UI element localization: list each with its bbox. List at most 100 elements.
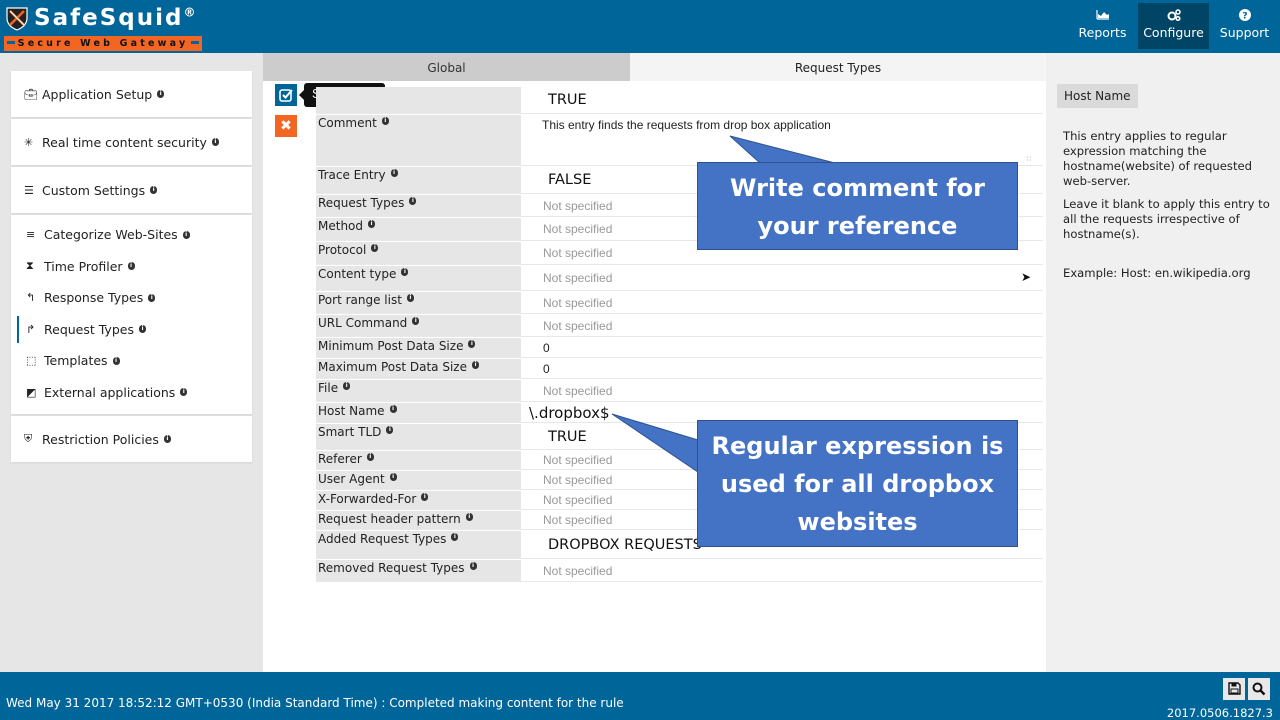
svg-text:?: ? bbox=[1242, 12, 1247, 22]
sidebar-item-real-time-content-security[interactable]: ✳︎ Real time content security i bbox=[11, 119, 252, 165]
area-chart-icon bbox=[1067, 9, 1138, 25]
field-label: Comment i bbox=[316, 115, 521, 165]
field-label: Content type i bbox=[316, 266, 521, 290]
info-icon[interactable]: i bbox=[182, 230, 190, 239]
tab-request-types[interactable]: Request Types bbox=[630, 53, 1046, 81]
info-icon[interactable]: i bbox=[366, 453, 374, 461]
save-policy-button[interactable] bbox=[275, 84, 297, 106]
save-button[interactable] bbox=[1223, 678, 1245, 700]
form-row-url-command: URL Command i Not specified bbox=[316, 315, 1043, 337]
help-title: Host Name bbox=[1057, 84, 1138, 108]
tab-bar: Global Request Types bbox=[263, 53, 1046, 81]
info-icon[interactable]: i bbox=[409, 197, 417, 205]
version-label: 2017.0506.1827.3 bbox=[1166, 706, 1273, 720]
field-label: File i bbox=[316, 380, 521, 401]
sidebar-item-response-types[interactable]: ↰ Response Types i bbox=[11, 282, 252, 314]
url-command-value[interactable]: Not specified bbox=[521, 315, 1043, 336]
form-row-content-type: Content type i Not specified ➤ bbox=[316, 266, 1043, 291]
form-row-enabled: TRUE bbox=[316, 87, 1043, 114]
file-value[interactable]: Not specified bbox=[521, 380, 1043, 401]
search-button[interactable] bbox=[1248, 678, 1270, 700]
form-row-min-post-data-size: Minimum Post Data Size i 0 bbox=[316, 338, 1043, 358]
sidebar-item-custom-settings[interactable]: ☰ Custom Settings i bbox=[11, 167, 252, 213]
sidebar-item-time-profiler[interactable]: ⧗ Time Profiler i bbox=[11, 251, 252, 283]
max-post-data-size-value[interactable]: 0 bbox=[521, 359, 1043, 378]
form-row-removed-request-types: Removed Request Types i Not specified bbox=[316, 560, 1043, 582]
info-icon[interactable]: i bbox=[112, 356, 120, 365]
info-icon[interactable]: i bbox=[389, 405, 397, 413]
info-icon[interactable]: i bbox=[150, 186, 158, 194]
safesquid-logo[interactable]: SafeSquid® Secure Web Gateway bbox=[4, 3, 204, 51]
sidebar-item-application-setup[interactable]: 💼︎ Application Setup i bbox=[11, 71, 252, 117]
nav-reports[interactable]: Reports bbox=[1067, 3, 1138, 49]
removed-request-types-value[interactable]: Not specified bbox=[521, 560, 1043, 581]
field-label bbox=[316, 87, 521, 113]
info-icon[interactable]: i bbox=[389, 473, 397, 481]
field-label: Removed Request Types i bbox=[316, 560, 521, 581]
info-icon[interactable]: i bbox=[343, 382, 351, 390]
tab-global[interactable]: Global bbox=[263, 53, 630, 81]
callout-comment: Write comment for your reference bbox=[697, 162, 1018, 250]
resize-handle-icon[interactable]: ∷ bbox=[1027, 155, 1031, 163]
info-icon[interactable]: i bbox=[406, 294, 414, 302]
shield-logo-icon bbox=[6, 7, 28, 31]
help-paragraph: This entry applies to regular expression… bbox=[1063, 129, 1252, 188]
status-bar: Wed May 31 2017 18:52:12 GMT+0530 (India… bbox=[0, 672, 1280, 720]
info-icon[interactable]: i bbox=[163, 435, 171, 443]
field-label: Request Types i bbox=[316, 195, 521, 216]
nav-support[interactable]: ? Support bbox=[1209, 3, 1280, 49]
info-icon[interactable]: i bbox=[127, 262, 135, 271]
help-paragraph: Example: Host: en.wikipedia.org bbox=[1063, 266, 1251, 280]
info-icon[interactable]: i bbox=[371, 244, 379, 252]
brand-name: SafeSquid® bbox=[34, 5, 198, 31]
close-icon: ✖ bbox=[280, 118, 292, 134]
info-icon[interactable]: i bbox=[421, 493, 429, 501]
sidebar-item-restriction-policies[interactable]: ⛨ Restriction Policies i bbox=[11, 416, 252, 462]
info-icon[interactable]: i bbox=[148, 293, 156, 302]
comment-textarea[interactable]: This entry finds the requests from drop … bbox=[521, 115, 1043, 165]
check-square-icon bbox=[279, 89, 293, 106]
briefcase-icon: 💼︎ bbox=[24, 87, 38, 101]
send-icon[interactable]: ➤ bbox=[1021, 270, 1031, 284]
question-circle-icon: ? bbox=[1209, 9, 1280, 25]
info-icon[interactable]: i bbox=[157, 90, 165, 98]
top-nav: Reports Configure ? Support bbox=[1067, 3, 1280, 49]
field-label: Port range list i bbox=[316, 292, 521, 313]
sidebar-item-categorize-web-sites[interactable]: ≡ Categorize Web-Sites i bbox=[11, 219, 252, 251]
min-post-data-size-value[interactable]: 0 bbox=[521, 338, 1043, 357]
app-header: SafeSquid® Secure Web Gateway Reports Co… bbox=[0, 0, 1280, 53]
content-type-value[interactable]: Not specified ➤ bbox=[521, 266, 1043, 290]
sidebar-item-templates[interactable]: ⬚ Templates i bbox=[11, 345, 252, 377]
search-icon bbox=[1252, 682, 1266, 700]
info-icon[interactable]: i bbox=[465, 513, 473, 521]
sidebar-item-request-types[interactable]: ↱ Request Types i bbox=[11, 314, 252, 346]
info-icon[interactable]: i bbox=[368, 220, 376, 228]
info-icon[interactable]: i bbox=[469, 562, 477, 570]
info-icon[interactable]: i bbox=[468, 340, 476, 348]
info-icon[interactable]: i bbox=[471, 361, 479, 369]
field-label: URL Command i bbox=[316, 315, 521, 336]
info-icon[interactable]: i bbox=[386, 426, 394, 434]
field-label: Host Name i bbox=[316, 403, 521, 422]
nav-configure[interactable]: Configure bbox=[1138, 3, 1209, 49]
info-icon[interactable]: i bbox=[451, 533, 459, 541]
info-icon[interactable]: i bbox=[401, 268, 409, 276]
enabled-value[interactable]: TRUE bbox=[521, 87, 1043, 113]
info-icon[interactable]: i bbox=[381, 117, 389, 125]
info-icon[interactable]: i bbox=[138, 325, 146, 334]
bug-icon: ✳︎ bbox=[24, 135, 34, 149]
main-panel: Global Request Types Save Policy ✖ TRUE … bbox=[263, 53, 1046, 672]
sidebar-card-realtime: ✳︎ Real time content security i bbox=[11, 119, 252, 165]
status-message: Wed May 31 2017 18:52:12 GMT+0530 (India… bbox=[6, 696, 624, 710]
info-icon[interactable]: i bbox=[180, 388, 188, 397]
port-range-list-value[interactable]: Not specified bbox=[521, 292, 1043, 313]
info-icon[interactable]: i bbox=[211, 138, 219, 146]
sidebar-card-restriction-policies: ⛨ Restriction Policies i bbox=[11, 416, 252, 462]
info-icon[interactable]: i bbox=[390, 169, 398, 177]
share-icon: ↱ bbox=[26, 322, 36, 336]
cancel-button[interactable]: ✖ bbox=[275, 115, 297, 137]
sidebar-item-external-applications[interactable]: ◩ External applications i bbox=[11, 377, 252, 409]
info-icon[interactable]: i bbox=[412, 317, 420, 325]
field-label: Trace Entry i bbox=[316, 167, 521, 193]
external-link-icon: ◩ bbox=[26, 385, 37, 399]
